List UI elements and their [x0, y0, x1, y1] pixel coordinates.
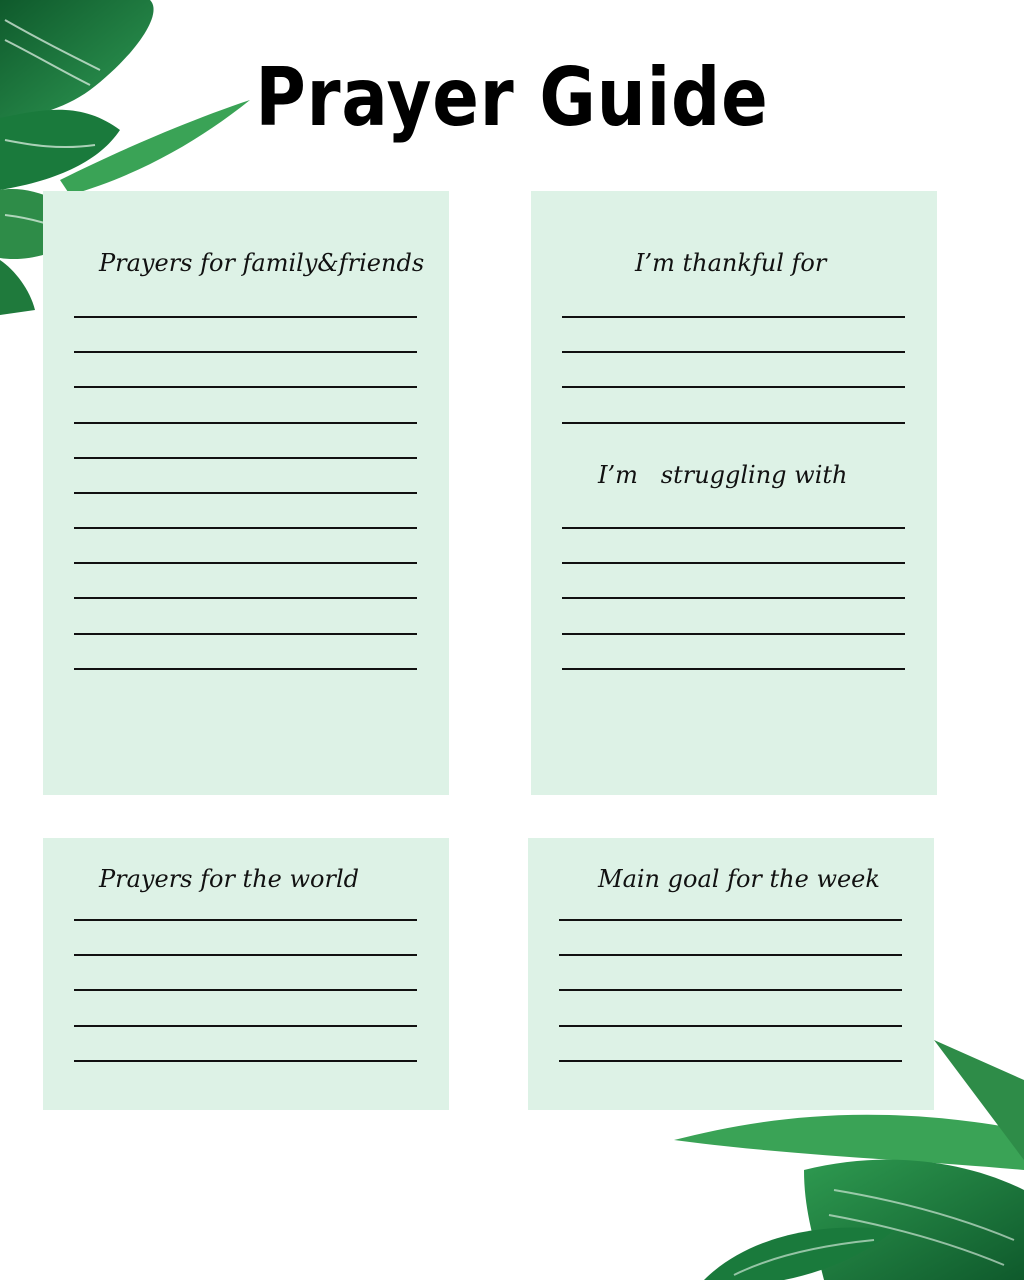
page-title: Prayer Guide — [255, 51, 769, 144]
writing-line[interactable] — [74, 422, 417, 424]
writing-line[interactable] — [562, 597, 905, 599]
writing-line[interactable] — [559, 1060, 902, 1062]
writing-line[interactable] — [74, 316, 417, 318]
writing-line[interactable] — [74, 668, 417, 670]
writing-line[interactable] — [74, 351, 417, 353]
writing-line[interactable] — [559, 1025, 902, 1027]
writing-line[interactable] — [562, 668, 905, 670]
writing-line[interactable] — [74, 1060, 417, 1062]
writing-line[interactable] — [562, 422, 905, 424]
writing-line[interactable] — [559, 989, 902, 991]
writing-line[interactable] — [559, 919, 902, 921]
writing-line[interactable] — [74, 1025, 417, 1027]
thankful-label: I’m thankful for — [635, 249, 827, 277]
world-card: Prayers for the world — [43, 838, 449, 1110]
writing-line[interactable] — [74, 919, 417, 921]
writing-line[interactable] — [562, 316, 905, 318]
writing-line[interactable] — [562, 633, 905, 635]
writing-line[interactable] — [74, 492, 417, 494]
world-label: Prayers for the world — [99, 865, 359, 893]
writing-line[interactable] — [74, 633, 417, 635]
writing-line[interactable] — [74, 527, 417, 529]
writing-line[interactable] — [74, 457, 417, 459]
writing-line[interactable] — [559, 954, 902, 956]
writing-line[interactable] — [74, 386, 417, 388]
writing-line[interactable] — [562, 386, 905, 388]
struggling-label: I’m struggling with — [598, 461, 848, 489]
writing-line[interactable] — [562, 351, 905, 353]
thankful-struggling-card: I’m thankful for I’m struggling with — [531, 191, 937, 795]
family-friends-card: Prayers for family&friends — [43, 191, 449, 795]
writing-line[interactable] — [562, 527, 905, 529]
weekly-goal-card: Main goal for the week — [528, 838, 934, 1110]
writing-line[interactable] — [562, 562, 905, 564]
writing-line[interactable] — [74, 989, 417, 991]
weekly-goal-label: Main goal for the week — [598, 865, 880, 893]
family-friends-label: Prayers for family&friends — [99, 249, 425, 277]
writing-line[interactable] — [74, 562, 417, 564]
writing-line[interactable] — [74, 954, 417, 956]
writing-line[interactable] — [74, 597, 417, 599]
